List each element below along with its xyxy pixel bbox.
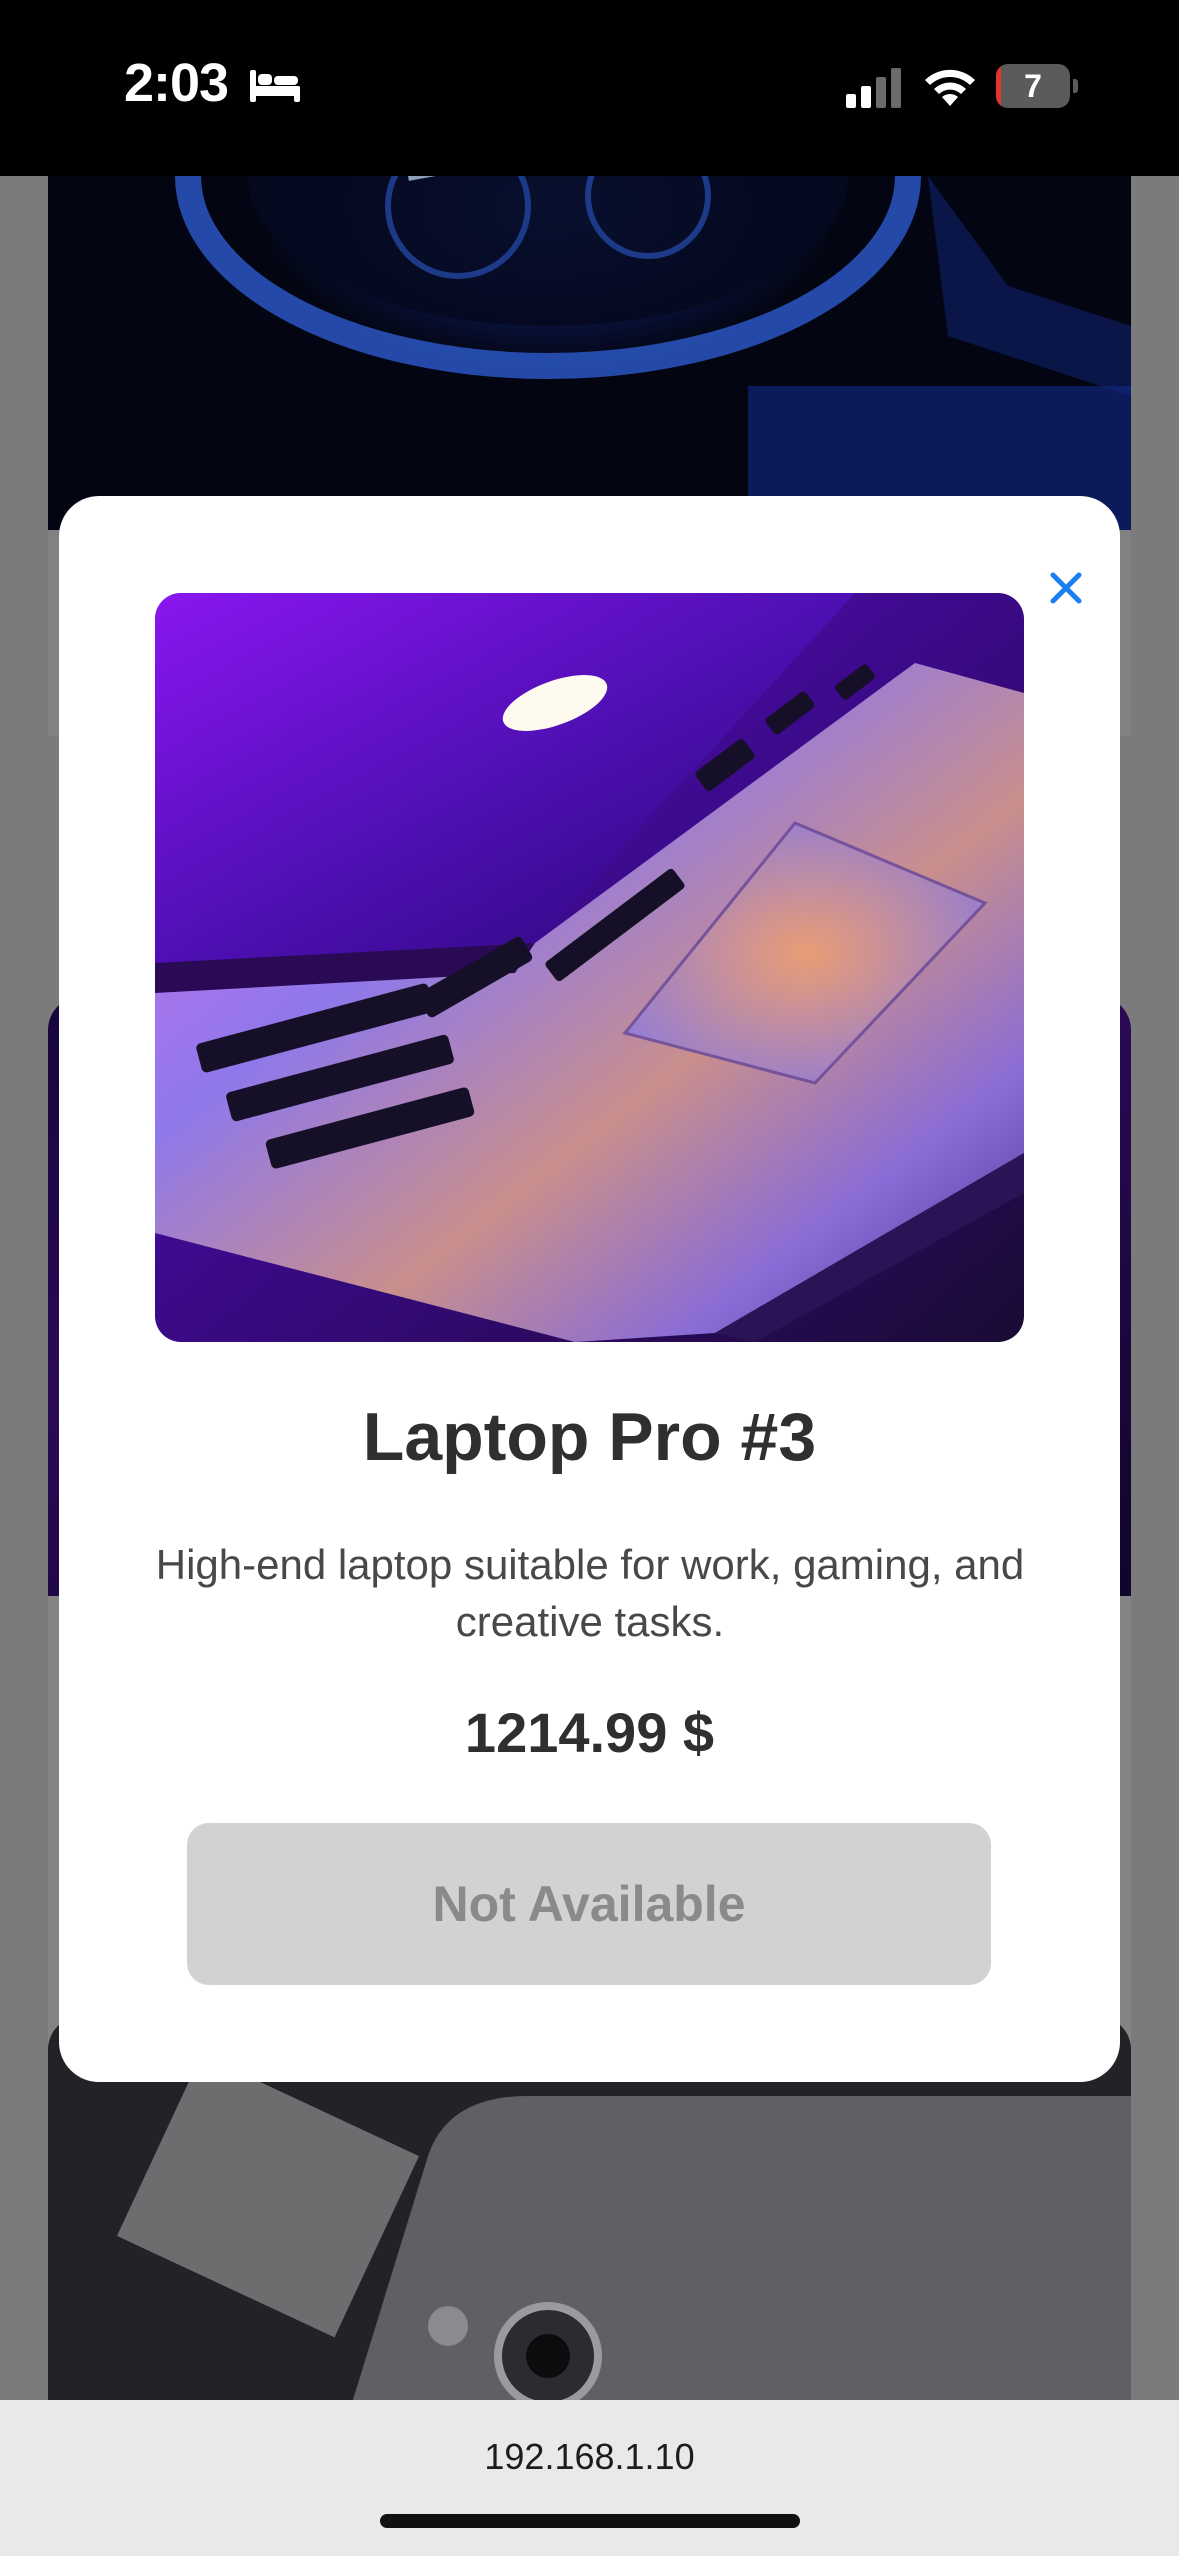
- battery-cap: [1073, 79, 1078, 93]
- url-text[interactable]: 192.168.1.10: [0, 2436, 1179, 2478]
- wifi-icon: [925, 69, 975, 106]
- screen: 2:03 7 Laptop Pro #3 High-end laptop sui…: [0, 0, 1179, 2556]
- watch-product-image: [48, 136, 1131, 530]
- battery-body: 7: [996, 64, 1070, 108]
- laptop-product-image: [155, 593, 1024, 1342]
- product-price: 1214.99 $: [464, 1701, 715, 1764]
- home-indicator[interactable]: [380, 2514, 800, 2528]
- battery-level: 7: [1024, 68, 1042, 104]
- status-time: 2:03: [124, 53, 229, 113]
- not-available-button[interactable]: Not Available: [187, 1823, 991, 1985]
- bed-icon: [250, 70, 300, 102]
- browser-url-bar[interactable]: 192.168.1.10: [0, 2400, 1179, 2556]
- status-bar: 2:03 7: [0, 0, 1179, 176]
- close-button[interactable]: [1028, 550, 1104, 626]
- product-title: Laptop Pro #3: [362, 1399, 817, 1475]
- battery-icon: 7: [996, 64, 1078, 108]
- close-icon: [1050, 572, 1082, 604]
- watch-illustration: [175, 136, 1131, 530]
- product-description: High-end laptop suitable for work, gamin…: [155, 1541, 1025, 1645]
- signal-icon: [846, 68, 901, 108]
